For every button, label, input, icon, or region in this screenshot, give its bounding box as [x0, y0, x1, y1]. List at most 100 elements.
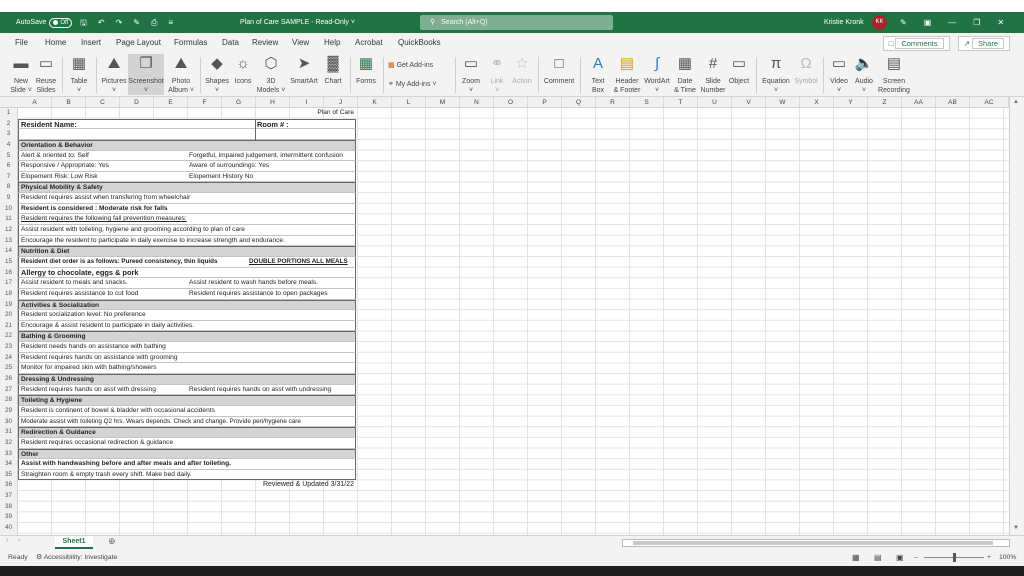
row-header[interactable]: 37	[0, 491, 17, 502]
row-header[interactable]: 29	[0, 406, 17, 417]
accessibility-status[interactable]: ⚙ Accessibility: Investigate	[36, 549, 117, 566]
ribbon-display-icon[interactable]: ▣	[924, 12, 932, 33]
column-header[interactable]: F	[188, 97, 222, 108]
autosave-toggle[interactable]: Off	[49, 17, 73, 28]
column-header[interactable]: A	[18, 97, 52, 108]
row-header[interactable]: 17	[0, 278, 17, 289]
wordart-button[interactable]: ∫ WordArt ˅	[642, 54, 672, 95]
sheet-row[interactable]: Resident needs hands on assistance with …	[18, 342, 356, 353]
column-header[interactable]: AA	[902, 97, 936, 108]
sheet-row[interactable]: Resident requires hands on asst with dre…	[18, 384, 356, 396]
3d-models-button[interactable]: ⬡ 3D Models ˅	[256, 54, 286, 95]
chart-button[interactable]: ▓ Chart	[321, 54, 345, 86]
column-header[interactable]: P	[528, 97, 562, 108]
close-icon[interactable]: ✕	[997, 12, 1004, 33]
tab-help[interactable]: Help	[324, 33, 340, 53]
column-header[interactable]: X	[800, 97, 834, 108]
row-header[interactable]: 2	[0, 119, 17, 130]
tab-acrobat[interactable]: Acrobat	[355, 33, 383, 53]
row-header[interactable]: 31	[0, 427, 17, 438]
print-preview-icon[interactable]: ⎙	[151, 12, 157, 33]
avatar[interactable]: KK	[872, 15, 887, 30]
comments-button[interactable]: □ Comments	[882, 36, 950, 51]
share-button[interactable]: ↗ Share	[957, 36, 1010, 51]
document-title[interactable]: Plan of Care SAMPLE - Read-Only ˅	[240, 12, 355, 33]
row-header[interactable]: 22	[0, 331, 17, 342]
scroll-up-icon[interactable]: ▲	[1013, 99, 1019, 105]
sheet-row[interactable]: Straighten room & empty trash every shif…	[18, 469, 356, 481]
row-header[interactable]: 35	[0, 470, 17, 481]
sheet-row[interactable]: Resident is continent of bowel & bladder…	[18, 405, 356, 417]
tab-page-layout[interactable]: Page Layout	[116, 33, 161, 53]
zoom-slider-thumb[interactable]	[953, 553, 956, 562]
section-header[interactable]: Bathing & Grooming	[18, 331, 356, 343]
object-button[interactable]: ▭ Object	[726, 54, 752, 86]
scroll-down-icon[interactable]: ▼	[1013, 525, 1019, 531]
column-header[interactable]: I	[290, 97, 324, 108]
restore-icon[interactable]: ❐	[973, 12, 980, 33]
vertical-scrollbar[interactable]: ▲ ▼	[1009, 97, 1024, 535]
column-header[interactable]: R	[596, 97, 630, 108]
row-header[interactable]: 27	[0, 385, 17, 396]
column-header[interactable]: G	[222, 97, 256, 108]
zoom-out-icon[interactable]: –	[914, 549, 918, 566]
row-header[interactable]: 14	[0, 246, 17, 257]
tab-home[interactable]: Home	[45, 33, 66, 53]
sheet-row[interactable]: Resident Name: Room # :	[18, 118, 356, 131]
row-header[interactable]: 30	[0, 417, 17, 428]
sheet-row[interactable]: Elopement Risk: Low Risk Elopement Histor…	[18, 171, 356, 183]
sheet-row[interactable]: Assist with handwashing before and after…	[18, 459, 356, 470]
slide-number-button[interactable]: # Slide Number	[700, 54, 726, 95]
symbol-button[interactable]: Ω Symbol	[792, 54, 820, 86]
sheet-row[interactable]: Resident socialization level: No prefere…	[18, 310, 356, 321]
page-break-icon[interactable]: ▣	[896, 549, 904, 566]
audio-button[interactable]: 🔈 Audio ˅	[852, 54, 876, 95]
row-header[interactable]: 39	[0, 512, 17, 523]
sheet-row[interactable]: Resident requires the following fall pre…	[18, 214, 356, 226]
new-slide-button[interactable]: ▬ New Slide ˅	[8, 54, 34, 95]
column-header[interactable]: V	[732, 97, 766, 108]
sheet-tab-sheet1[interactable]: Sheet1	[55, 536, 93, 549]
tab-review[interactable]: Review	[252, 33, 278, 53]
sheet-row[interactable]: Assist resident to meals and snacks. Assi…	[18, 278, 356, 289]
equation-button[interactable]: π Equation ˅	[760, 54, 792, 95]
column-header[interactable]: B	[52, 97, 86, 108]
sheet-row[interactable]: Assist resident with toileting, hygiene …	[18, 225, 356, 236]
section-header[interactable]: Nutrition & Diet	[18, 246, 356, 257]
zoom-button[interactable]: ▭ Zoom ˅	[458, 54, 484, 95]
row-header[interactable]: 32	[0, 438, 17, 449]
column-header[interactable]: E	[154, 97, 188, 108]
forms-button[interactable]: ▦ Forms	[353, 54, 379, 86]
row-header[interactable]: 8	[0, 182, 17, 193]
customize-toolbar-icon[interactable]: ≡	[168, 12, 173, 33]
sheet-row[interactable]: Monitor for impaired skin with bathing/s…	[18, 363, 356, 375]
search-input[interactable]: ⚲ Search (Alt+Q)	[420, 15, 613, 30]
row-header[interactable]: 28	[0, 395, 17, 406]
sheet-row[interactable]: Moderate assist with toileting Q2 hrs. W…	[18, 416, 356, 428]
tab-data[interactable]: Data	[222, 33, 239, 53]
sheet-row[interactable]: Responsive / Appropriate: Yes Aware of su…	[18, 161, 356, 172]
reuse-slides-button[interactable]: ▭ Reuse Slides	[34, 54, 58, 95]
my-addins-button[interactable]: ⚭ My Add-ins ˅	[388, 80, 437, 88]
sheet-row[interactable]: Reviewed & Updated 3/31/22	[18, 480, 356, 491]
sheet-row[interactable]: Resident is considered : Moderate risk f…	[18, 203, 356, 215]
header-footer-button[interactable]: ▤ Header & Footer	[612, 54, 642, 95]
shapes-button[interactable]: ◆ Shapes ˅	[203, 54, 231, 95]
column-header[interactable]: W	[766, 97, 800, 108]
sheet-row[interactable]: Plan of Care	[18, 108, 356, 119]
row-header[interactable]: 9	[0, 193, 17, 204]
comment-button[interactable]: □ Comment	[541, 54, 577, 86]
minimize-icon[interactable]: —	[948, 12, 956, 33]
row-header[interactable]: 13	[0, 236, 17, 247]
section-header[interactable]: Dressing & Undressing	[18, 374, 356, 385]
row-header[interactable]: 40	[0, 523, 17, 534]
column-header[interactable]: D	[120, 97, 154, 108]
get-addins-button[interactable]: ▦ Get Add-ins	[388, 61, 433, 69]
column-header[interactable]: O	[494, 97, 528, 108]
row-header[interactable]: 1	[0, 108, 17, 119]
tab-insert[interactable]: Insert	[81, 33, 101, 53]
section-header[interactable]: Activities & Socialization	[18, 299, 356, 311]
row-header[interactable]: 5	[0, 151, 17, 162]
sheet-row[interactable]: Allergy to chocolate, eggs & pork	[18, 267, 356, 279]
video-button[interactable]: ▭ Video ˅	[826, 54, 852, 95]
